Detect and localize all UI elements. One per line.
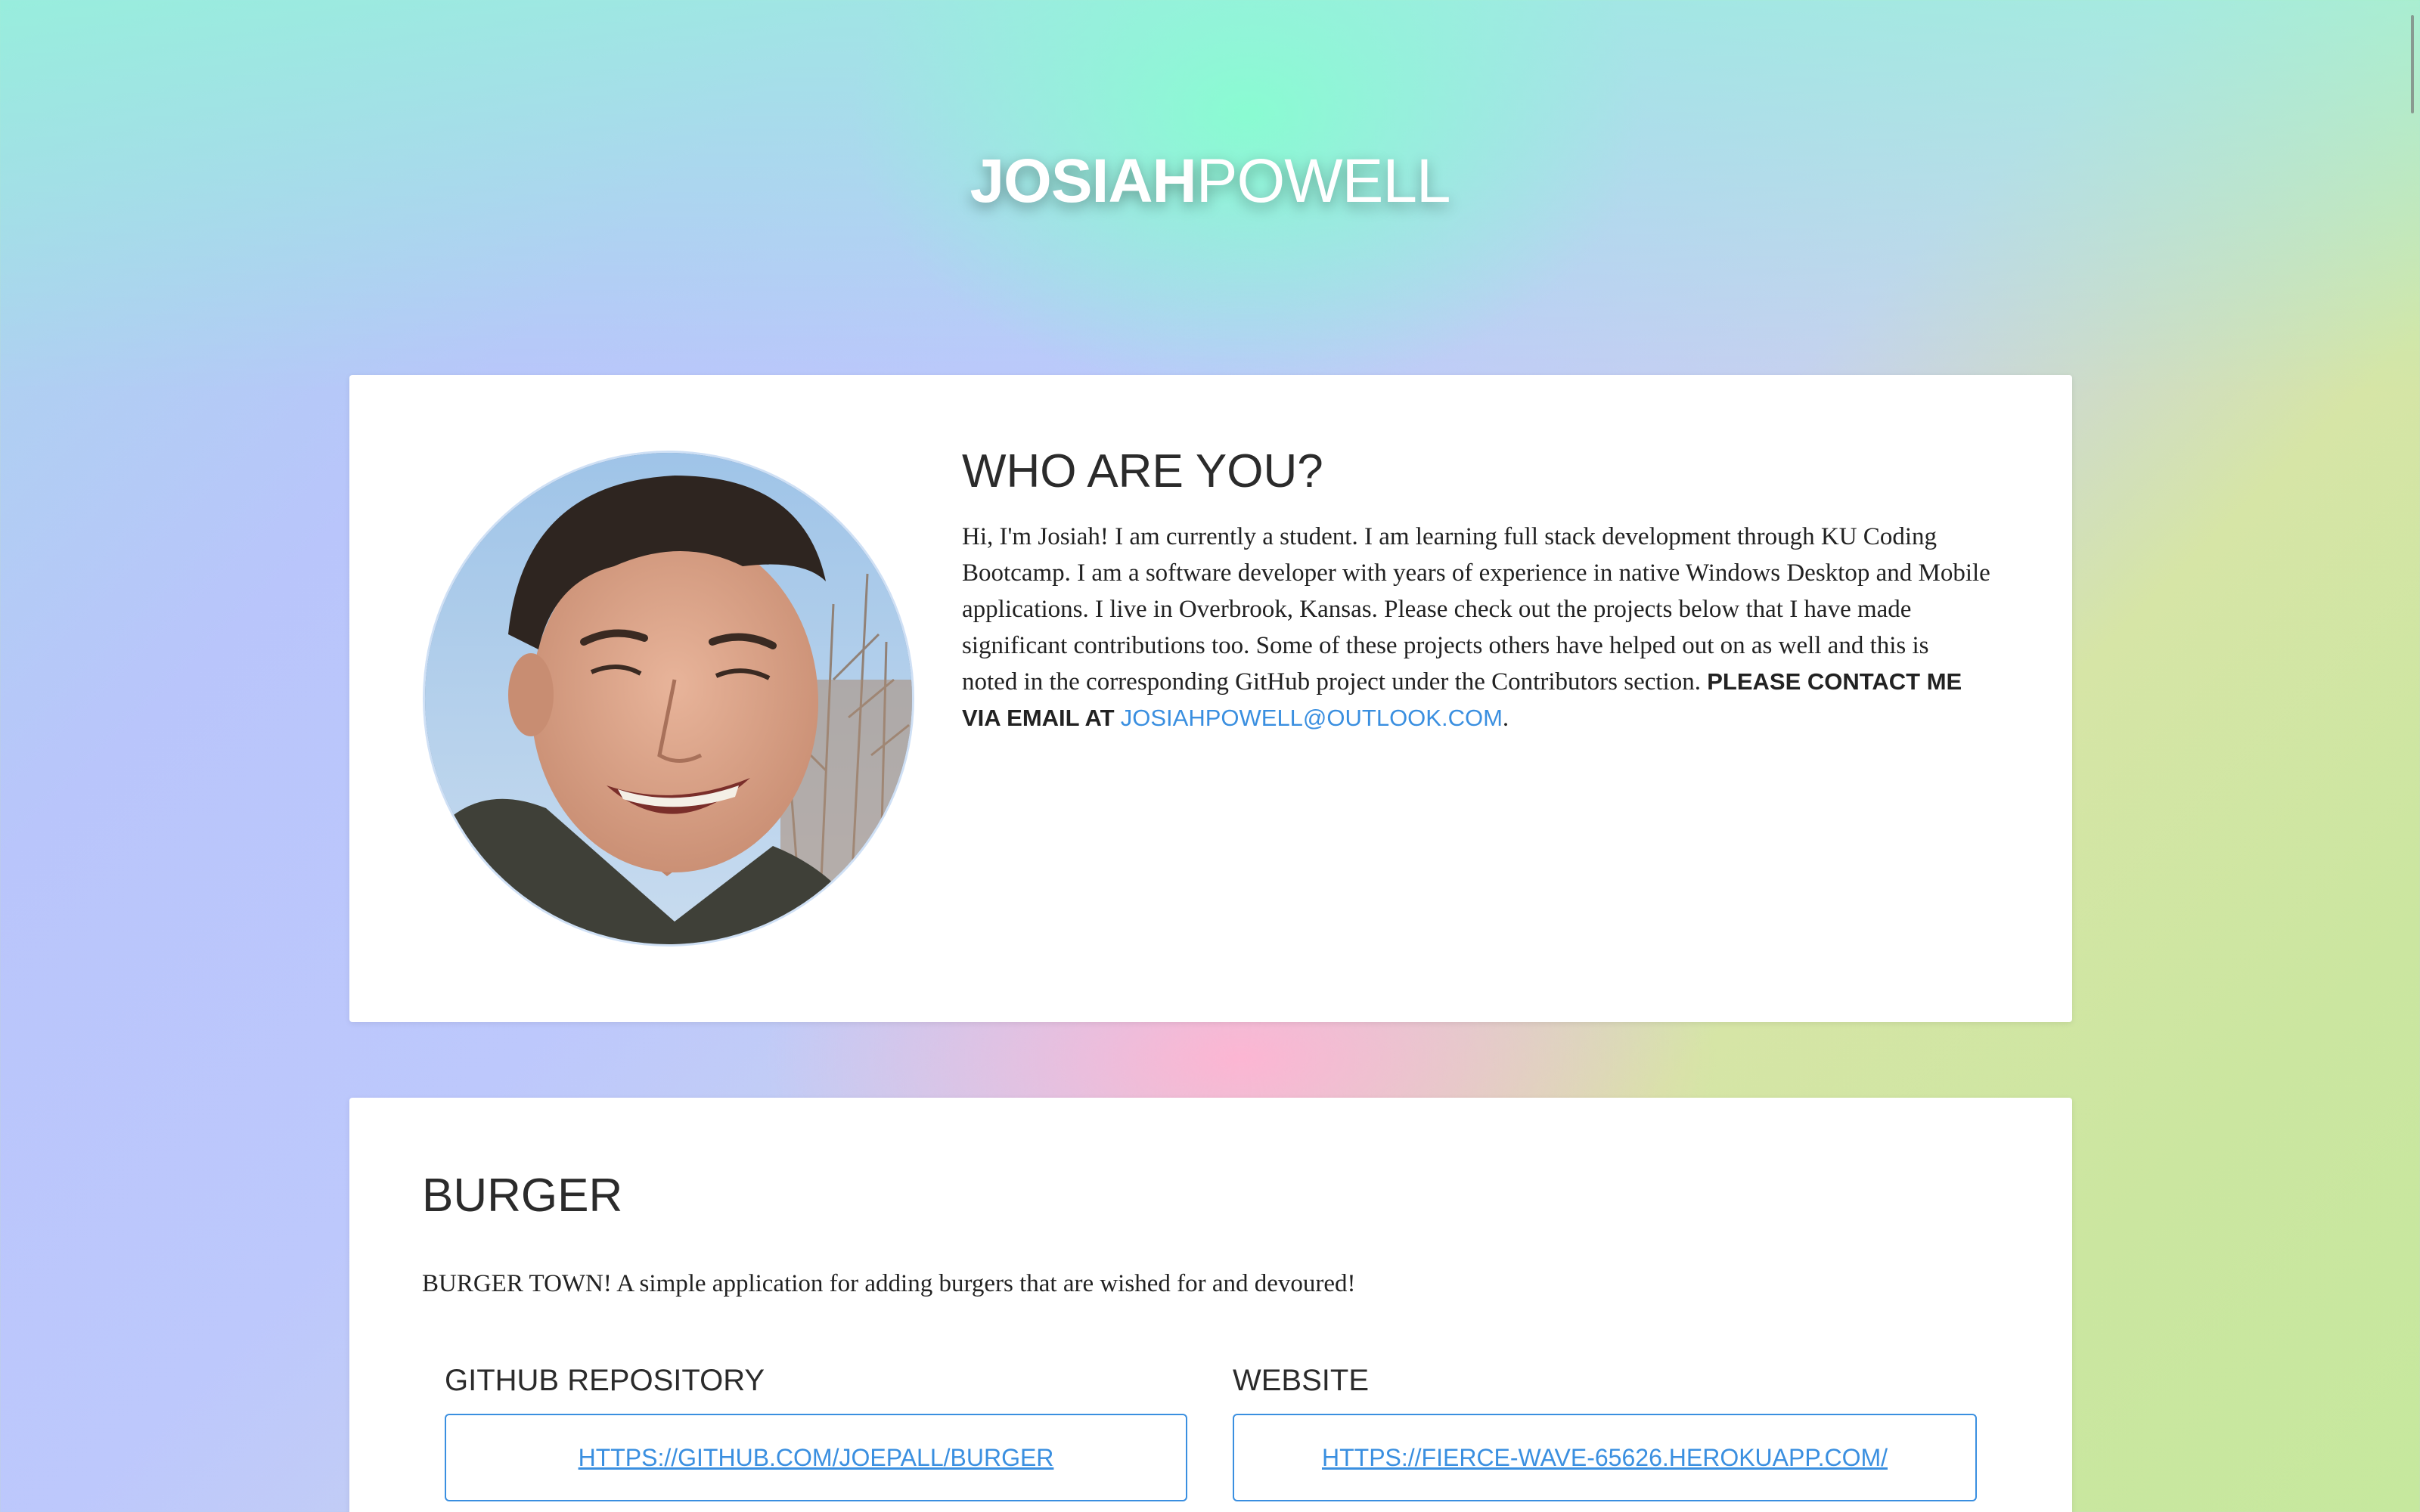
project-description: BURGER TOWN! A simple application for ad…	[422, 1270, 1356, 1297]
about-paragraph: Hi, I'm Josiah! I am currently a student…	[962, 519, 1990, 736]
github-repository-label: GITHUB REPOSITORY	[445, 1364, 765, 1397]
github-repository-button[interactable]: HTTPS://GITHUB.COM/JOEPALL/BURGER	[445, 1414, 1187, 1501]
project-title: BURGER	[422, 1170, 623, 1222]
contact-suffix: .	[1502, 705, 1509, 732]
profile-photo	[423, 451, 914, 947]
about-card: WHO ARE YOU? Hi, I'm Josiah! I am curren…	[349, 375, 2072, 1022]
website-button[interactable]: HTTPS://FIERCE-WAVE-65626.HEROKUAPP.COM/	[1233, 1414, 1977, 1501]
scrollbar-thumb[interactable]	[2411, 15, 2414, 113]
site-title-last-name: POWELL	[1196, 147, 1451, 215]
website-label: WEBSITE	[1233, 1364, 1370, 1397]
site-title-first-name: JOSIAH	[970, 147, 1196, 215]
email-link[interactable]: JOSIAHPOWELL@OUTLOOK.COM	[1121, 705, 1503, 731]
project-card-burger: BURGER BURGER TOWN! A simple application…	[349, 1098, 2072, 1512]
site-title: JOSIAHPOWELL	[0, 144, 2420, 219]
about-title: WHO ARE YOU?	[962, 445, 1323, 497]
